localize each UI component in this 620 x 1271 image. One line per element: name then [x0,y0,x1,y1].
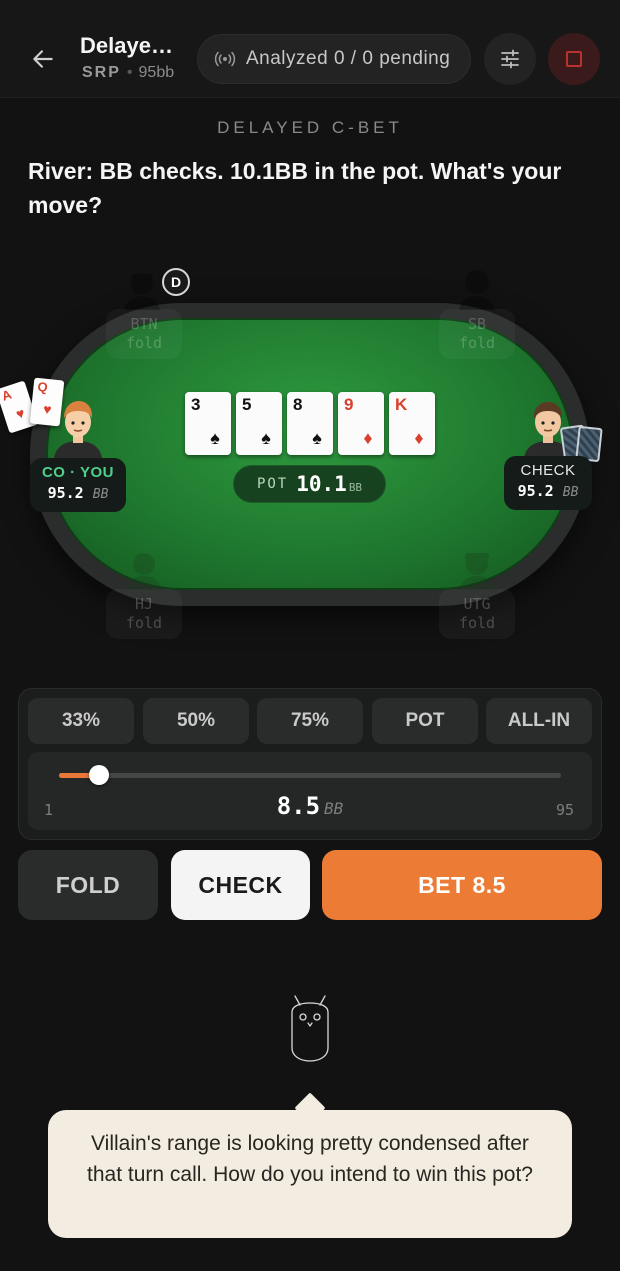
preset-pot-button[interactable]: POT [372,698,478,744]
seat-status: fold [458,614,496,632]
settings-button[interactable] [484,33,536,85]
seat-position: HJ [134,595,154,613]
seat-status: fold [458,334,496,352]
diamond-suit-icon: ♦ [414,427,424,448]
card-rank: 3 [191,395,201,414]
preset-allin-button[interactable]: ALL-IN [486,698,592,744]
bet-slider-track[interactable] [59,773,561,778]
sliders-icon [501,49,519,69]
stop-icon [566,51,582,67]
preset-75-button[interactable]: 75% [257,698,363,744]
back-button[interactable] [24,40,62,78]
board-card: 5 ♠ [236,392,282,455]
bet-amount-unit: BB [324,799,344,818]
preset-50-button[interactable]: 50% [143,698,249,744]
slider-min-label: 1 [44,801,54,819]
card-rank: 5 [242,395,252,414]
hero-position: CO · YOU [41,464,115,481]
seat-status: fold [125,614,163,632]
pot-unit: BB [348,480,363,494]
stop-button[interactable] [548,33,600,85]
preset-33-button[interactable]: 33% [28,698,134,744]
seat-position: BTN [130,315,158,333]
seat-status: fold [125,334,163,352]
player-avatar-icon [124,273,160,310]
seat-sb: SB fold [439,268,515,359]
top-bar: Delaye… SRP • 95bb Analyzed 0 / 0 pending [0,0,620,98]
spade-suit-icon: ♠ [312,427,322,448]
diamond-suit-icon: ♦ [363,427,373,448]
board-card: K ♦ [389,392,435,455]
pot-type-tag: SRP [82,64,121,81]
player-avatar-icon [126,553,162,590]
arrow-left-icon [33,50,53,68]
scenario-label: DELAYED C-BET [217,118,403,137]
board-card: 9 ♦ [338,392,384,455]
villain-stack: 95.2 [517,482,554,500]
check-button[interactable]: CHECK [171,850,310,920]
scenario-subtitle: SRP • 95bb [82,64,175,81]
analysis-status-pill[interactable]: Analyzed 0 / 0 pending [197,34,471,84]
fold-button[interactable]: FOLD [18,850,158,920]
board-card: 8 ♠ [287,392,333,455]
card-rank: K [395,395,408,414]
spade-suit-icon: ♠ [261,427,271,448]
pot-display: POT 10.1 BB [233,465,386,503]
pot-label: POT [256,476,289,492]
board-card: 3 ♠ [185,392,231,455]
slider-max-label: 95 [556,801,575,819]
seat-hj: HJ fold [106,548,182,639]
bet-button[interactable]: BET 8.5 [322,850,602,920]
player-avatar-icon [459,553,495,590]
pot-value: 10.1 [296,472,347,496]
dealer-button: D [162,268,190,296]
question-text: River: BB checks. 10.1BB in the pot. Wha… [28,158,562,218]
seat-utg: UTG fold [439,548,515,639]
hero-seat-plate: CO · YOU 95.2 BB [30,458,126,512]
card-rank: 9 [344,395,354,414]
seat-position: SB [467,315,487,333]
effective-stack: 95bb [138,64,175,81]
analysis-status-text: Analyzed 0 / 0 pending [246,48,451,69]
scenario-title: Delaye… [80,33,173,58]
bet-amount-value: 8.5 [276,792,321,820]
seat-position: UTG [463,595,491,613]
card-rank: 8 [293,395,303,414]
villain-seat-plate: CHECK 95.2 BB [504,456,592,510]
bet-amount-display: 8.5 BB [200,792,420,820]
villain-last-action: CHECK [520,462,576,479]
coach-message-bubble: Villain's range is looking pretty conden… [48,1110,572,1238]
hero-stack: 95.2 [47,484,84,502]
owl-coach-icon [291,995,329,1062]
broadcast-icon [214,51,236,67]
spade-suit-icon: ♠ [210,427,220,448]
player-avatar-icon [459,270,495,310]
hero-avatar [54,401,102,458]
